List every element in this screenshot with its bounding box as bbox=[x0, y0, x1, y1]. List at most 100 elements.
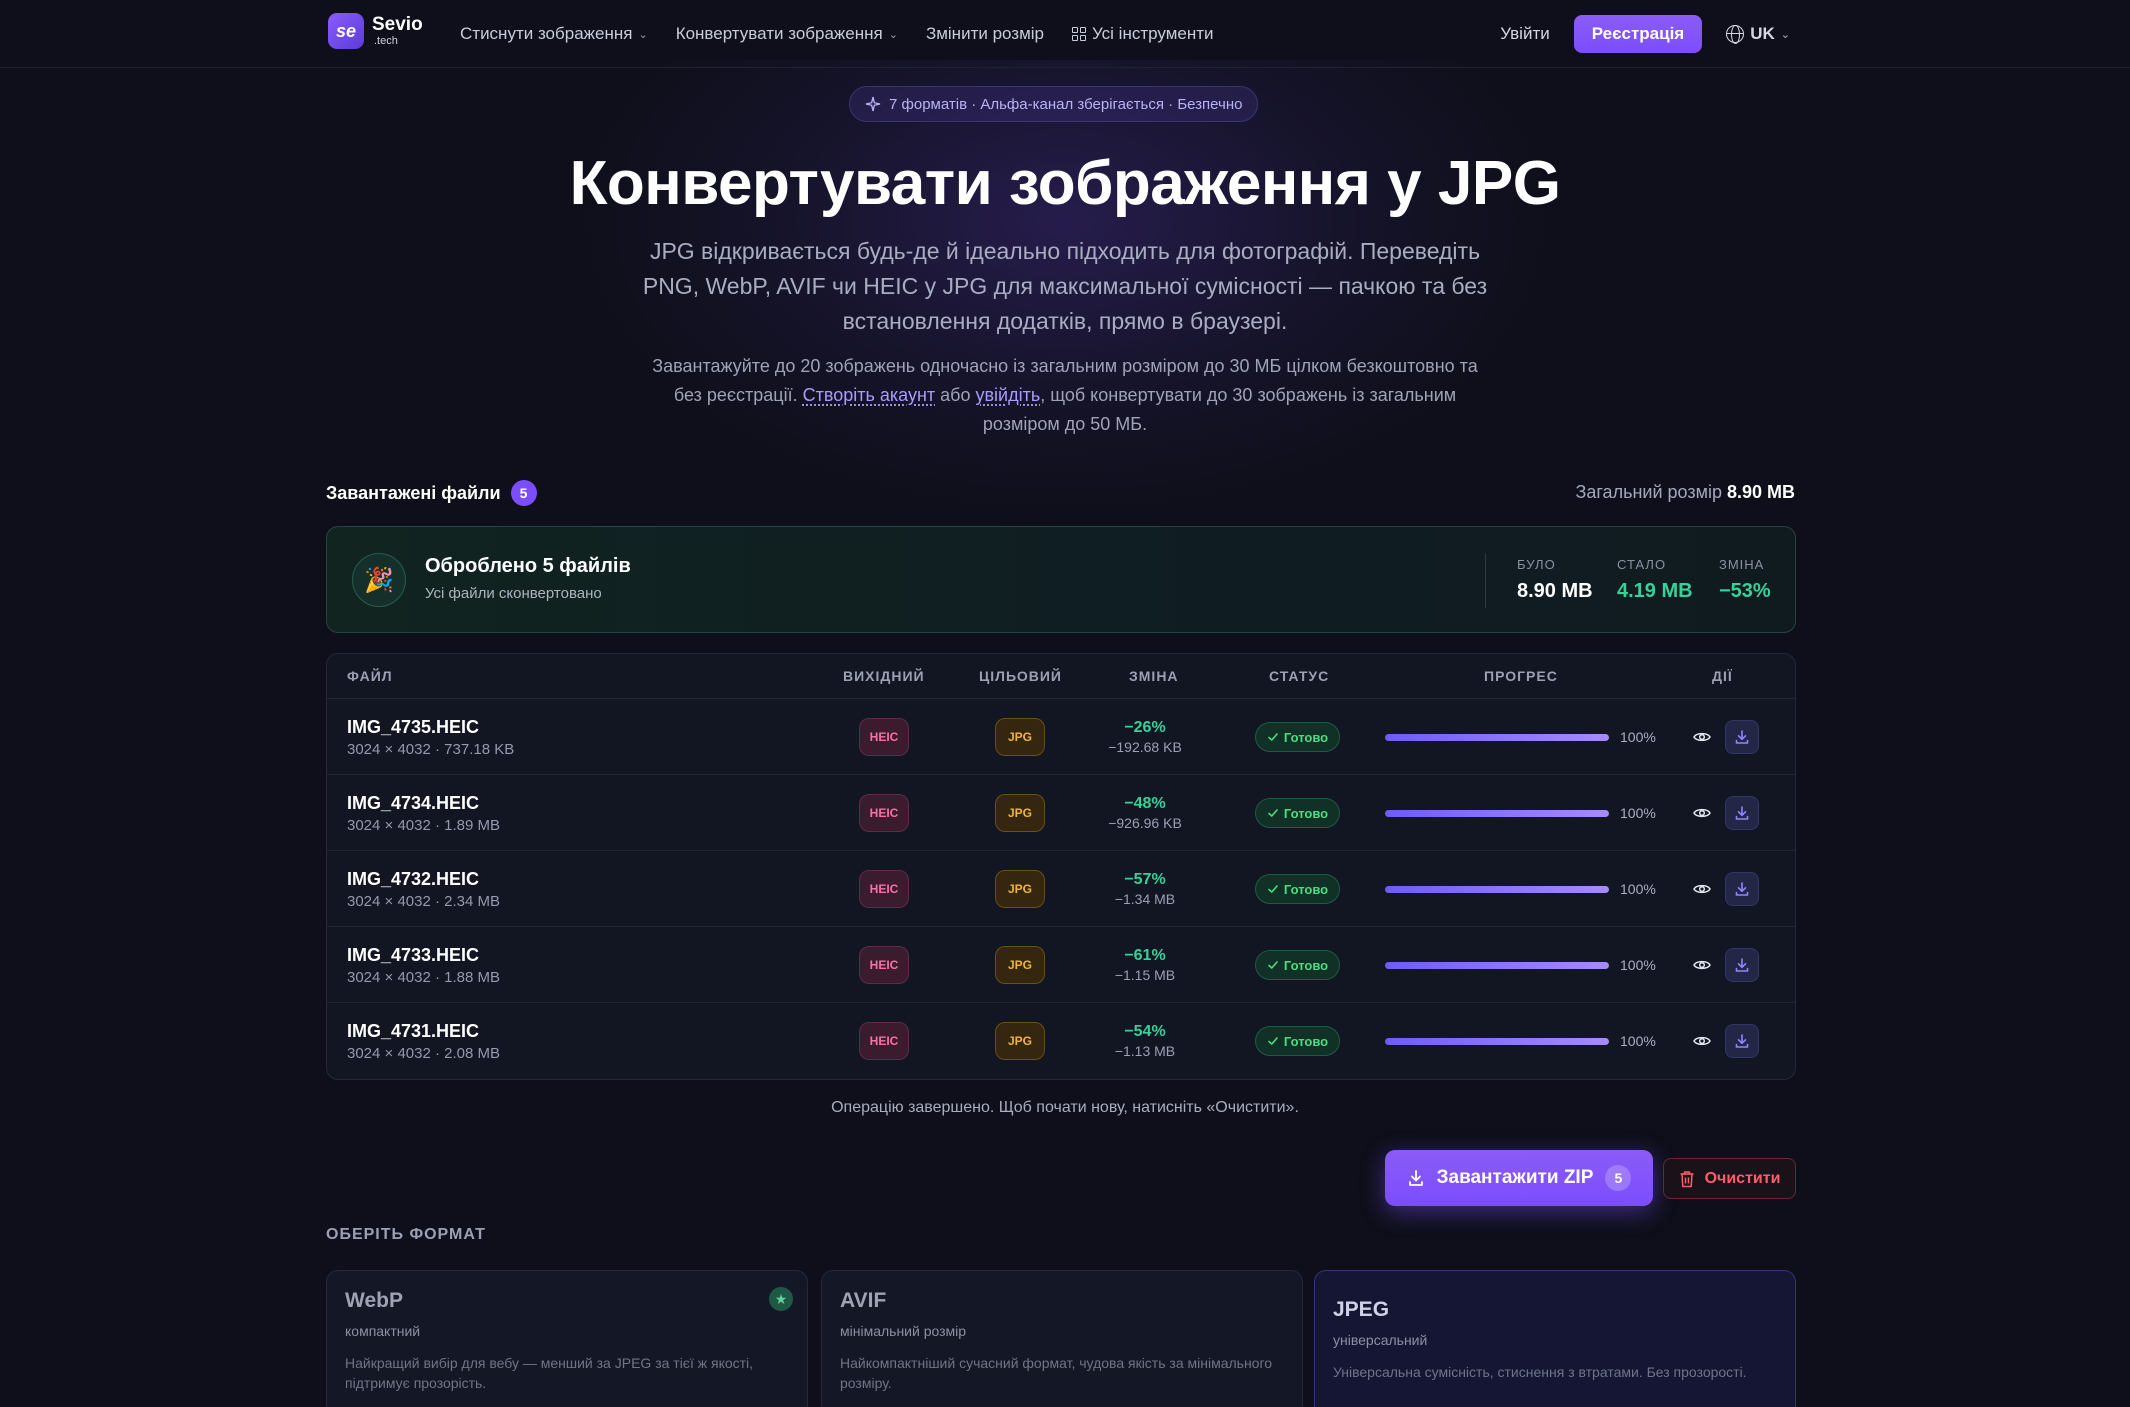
source-format-badge: HEIC bbox=[859, 794, 909, 832]
nav-compress-label: Стиснути зображення bbox=[460, 24, 633, 43]
progress-label: 100% bbox=[1620, 957, 1656, 973]
table-row: IMG_4735.HEIC 3024 × 4032 · 737.18 KB HE… bbox=[327, 699, 1795, 775]
page-subtitle: JPG відкривається будь-де й ідеально під… bbox=[642, 238, 1488, 334]
size-change: −48% −926.96 KB bbox=[1077, 795, 1213, 831]
zip-count-badge: 5 bbox=[1605, 1165, 1632, 1191]
size-change-percent: −26% bbox=[1124, 719, 1166, 736]
progress-bar bbox=[1385, 734, 1609, 741]
table-row: IMG_4732.HEIC 3024 × 4032 · 2.34 MB HEIC… bbox=[327, 851, 1795, 927]
format-card-avif[interactable]: AVIF мінімальний розмір Найкомпактніший … bbox=[821, 1270, 1303, 1407]
download-icon bbox=[1735, 730, 1749, 744]
nav-compress-dropdown[interactable]: Стиснути зображення ⌄ bbox=[460, 24, 648, 44]
chevron-down-icon: ⌄ bbox=[888, 28, 898, 41]
status-badge: Готово bbox=[1255, 722, 1340, 752]
total-size-value: 8.90 MB bbox=[1726, 482, 1795, 502]
total-size-label: Загальний розмір bbox=[1575, 482, 1722, 502]
format-desc: Універсальна сумісність, стиснення з втр… bbox=[1333, 1364, 1747, 1380]
progress-bar bbox=[1385, 886, 1609, 893]
table-header: ФАЙЛ ВИХІДНИЙ ЦІЛЬОВИЙ ЗМІНА СТАТУС ПРОГ… bbox=[327, 654, 1795, 699]
nav-all-tools-link[interactable]: Усі інструменти bbox=[1072, 24, 1214, 44]
eye-icon bbox=[1693, 884, 1711, 894]
progress-bar bbox=[1385, 810, 1609, 817]
chevron-down-icon: ⌄ bbox=[638, 28, 648, 41]
download-zip-button[interactable]: Завантажити ZIP 5 bbox=[1385, 1150, 1653, 1206]
file-name: IMG_4731.HEIC bbox=[347, 1021, 480, 1041]
features-pill: 7 форматів · Альфа-канал зберігається · … bbox=[849, 86, 1259, 122]
download-file-button[interactable] bbox=[1725, 1024, 1759, 1058]
progress-fill bbox=[1385, 1038, 1609, 1045]
preview-button[interactable] bbox=[1692, 879, 1712, 899]
limits-note-text-b: або bbox=[935, 385, 976, 405]
login-inline-link[interactable]: увійдіть bbox=[975, 385, 1040, 405]
limits-note: Завантажуйте до 20 зображень одночасно і… bbox=[640, 352, 1490, 439]
download-file-button[interactable] bbox=[1725, 796, 1759, 830]
file-name: IMG_4734.HEIC bbox=[347, 793, 480, 813]
stat-now-label: СТАЛО bbox=[1617, 557, 1667, 572]
size-change-delta: −1.13 MB bbox=[1114, 1043, 1176, 1059]
size-change: −26% −192.68 KB bbox=[1077, 719, 1213, 755]
col-progress: ПРОГРЕС bbox=[1484, 668, 1558, 684]
uploaded-files-label: Завантажені файли bbox=[326, 482, 501, 503]
format-name: WebP bbox=[345, 1289, 403, 1312]
trash-icon bbox=[1680, 1170, 1694, 1187]
format-desc: Найкращий вибір для вебу — менший за JPE… bbox=[345, 1355, 754, 1391]
register-button[interactable]: Реєстрація bbox=[1573, 15, 1703, 53]
download-file-button[interactable] bbox=[1725, 720, 1759, 754]
stat-change: ЗМІНА −53% bbox=[1719, 557, 1771, 603]
language-selector[interactable]: UK ⌄ bbox=[1726, 24, 1790, 44]
nav-convert-dropdown[interactable]: Конвертувати зображення ⌄ bbox=[676, 24, 898, 44]
uploaded-count-badge: 5 bbox=[510, 480, 537, 506]
create-account-link[interactable]: Створіть акаунт bbox=[803, 385, 936, 405]
progress-fill bbox=[1385, 734, 1609, 741]
target-format-badge: JPG bbox=[995, 870, 1045, 908]
clear-button[interactable]: Очистити bbox=[1663, 1158, 1796, 1199]
table-row: IMG_4734.HEIC 3024 × 4032 · 1.89 MB HEIC… bbox=[327, 775, 1795, 851]
size-change-percent: −61% bbox=[1124, 947, 1166, 964]
status-badge: Готово bbox=[1255, 874, 1340, 904]
status-label: Готово bbox=[1283, 805, 1329, 821]
format-name: JPEG bbox=[1333, 1298, 1390, 1321]
table-row: IMG_4733.HEIC 3024 × 4032 · 1.88 MB HEIC… bbox=[327, 927, 1795, 1003]
size-change: −54% −1.13 MB bbox=[1077, 1023, 1213, 1059]
file-meta: 3024 × 4032 · 1.89 MB bbox=[347, 817, 501, 834]
nav-resize-link[interactable]: Змінити розмір bbox=[926, 24, 1044, 44]
progress-fill bbox=[1385, 810, 1609, 817]
clear-label: Очистити bbox=[1704, 1169, 1781, 1187]
logo-icon: se bbox=[328, 13, 364, 49]
logo[interactable]: se Sevio .tech bbox=[328, 13, 423, 49]
download-file-button[interactable] bbox=[1725, 948, 1759, 982]
progress-label: 100% bbox=[1620, 881, 1656, 897]
stat-now-value: 4.19 MB bbox=[1617, 580, 1693, 602]
preview-button[interactable] bbox=[1692, 803, 1712, 823]
download-icon bbox=[1735, 958, 1749, 972]
download-icon bbox=[1735, 1034, 1749, 1048]
preview-button[interactable] bbox=[1692, 1031, 1712, 1051]
status-label: Готово bbox=[1283, 881, 1329, 897]
table-row: IMG_4731.HEIC 3024 × 4032 · 2.08 MB HEIC… bbox=[327, 1003, 1795, 1079]
format-tag: універсальний bbox=[1333, 1332, 1428, 1348]
col-source: ВИХІДНИЙ bbox=[843, 668, 925, 684]
col-status: СТАТУС bbox=[1269, 668, 1330, 684]
progress-label: 100% bbox=[1620, 805, 1656, 821]
nav-resize-label: Змінити розмір bbox=[925, 24, 1045, 43]
nav-convert-label: Конвертувати зображення bbox=[675, 24, 883, 43]
col-actions: ДІЇ bbox=[1712, 668, 1733, 684]
preview-button[interactable] bbox=[1692, 955, 1712, 975]
size-change-delta: −192.68 KB bbox=[1108, 739, 1182, 755]
col-target: ЦІЛЬОВИЙ bbox=[979, 668, 1062, 684]
login-link[interactable]: Увійти bbox=[1500, 24, 1549, 44]
summary-card: 🎉 Оброблено 5 файлів Усі файли сконверто… bbox=[326, 526, 1796, 633]
status-label: Готово bbox=[1283, 1033, 1329, 1049]
size-change: −61% −1.15 MB bbox=[1077, 947, 1213, 983]
features-pill-text: 7 форматів · Альфа-канал зберігається · … bbox=[889, 95, 1243, 113]
size-change: −57% −1.34 MB bbox=[1077, 871, 1213, 907]
main-nav: Стиснути зображення ⌄ Конвертувати зобра… bbox=[460, 0, 1214, 68]
format-card-jpeg[interactable]: JPEG універсальний Універсальна сумісніс… bbox=[1314, 1270, 1796, 1407]
size-change-percent: −57% bbox=[1124, 871, 1166, 888]
choose-format-title: ОБЕРІТЬ ФОРМАТ bbox=[326, 1226, 486, 1243]
format-card-webp[interactable]: WebP компактний Найкращий вибір для вебу… bbox=[326, 1270, 808, 1407]
download-file-button[interactable] bbox=[1725, 872, 1759, 906]
preview-button[interactable] bbox=[1692, 727, 1712, 747]
source-format-badge: HEIC bbox=[859, 870, 909, 908]
file-name: IMG_4733.HEIC bbox=[347, 945, 480, 965]
